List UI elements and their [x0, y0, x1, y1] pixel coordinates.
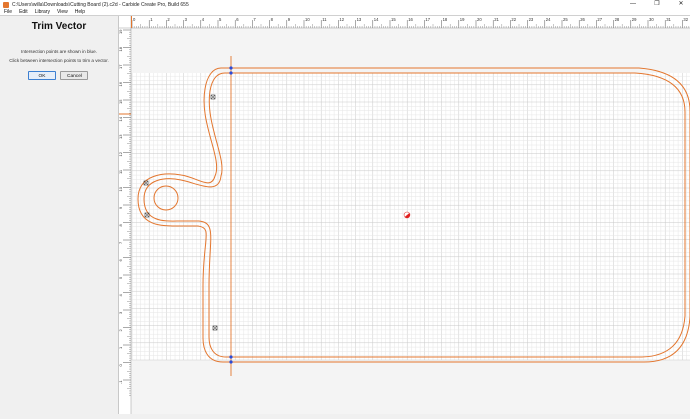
ruler-label: 30 — [649, 17, 654, 22]
ruler-label: 24 — [546, 17, 551, 22]
ruler-label: 31 — [666, 17, 671, 22]
menu-library[interactable]: Library — [35, 9, 50, 16]
menu-edit[interactable]: Edit — [19, 9, 28, 16]
ruler-label: 25 — [563, 17, 568, 22]
ruler-label: 19 — [460, 17, 465, 22]
top-ruler — [119, 16, 690, 28]
ruler-label: 18 — [443, 17, 448, 22]
left-ruler — [119, 16, 131, 414]
close-icon[interactable]: ✕ — [676, 0, 686, 9]
minimize-icon[interactable]: — — [628, 0, 638, 9]
ruler-label: 26 — [580, 17, 585, 22]
window-controls: — ❐ ✕ — [628, 0, 686, 9]
ruler-label: 19 — [119, 29, 123, 34]
ruler-label: 29 — [632, 17, 637, 22]
menu-view[interactable]: View — [57, 9, 68, 16]
menu-help[interactable]: Help — [75, 9, 85, 16]
maximize-icon[interactable]: ❐ — [652, 0, 662, 9]
ruler-label: 15 — [119, 99, 123, 104]
intersection-point[interactable] — [229, 360, 233, 364]
design-canvas[interactable]: 0 1 2 3 4 5 6 7 8 9 10 11 12 13 14 15 16 17 18 19 20 21 22 23 24… — [118, 16, 690, 414]
app-icon — [3, 1, 9, 8]
ruler-label: 13 — [357, 17, 362, 22]
ruler-label: 16 — [119, 81, 123, 86]
ruler-label: 20 — [477, 17, 482, 22]
ruler-label: 15 — [391, 17, 396, 22]
menu-bar: File Edit Library View Help — [0, 9, 690, 16]
ruler-label: 21 — [494, 17, 499, 22]
intersection-point[interactable] — [229, 71, 233, 75]
ruler-label: 10 — [305, 17, 310, 22]
intersection-point[interactable] — [229, 66, 233, 70]
intersection-point[interactable] — [229, 355, 233, 359]
ruler-label: 23 — [529, 17, 534, 22]
title-bar: C:\Users\willa\Downloads\Cutting Board (… — [0, 0, 690, 9]
ruler-label: 18 — [119, 46, 123, 51]
menu-file[interactable]: File — [4, 9, 12, 16]
window-title: C:\Users\willa\Downloads\Cutting Board (… — [12, 1, 189, 8]
ruler-label: 16 — [408, 17, 413, 22]
cancel-button[interactable]: Cancel — [60, 71, 88, 80]
panel-title: Trim Vector — [31, 21, 87, 32]
ruler-label: 22 — [511, 17, 516, 22]
ruler-label: 14 — [119, 116, 123, 121]
ruler-label: 11 — [322, 17, 327, 22]
ruler-label: 32 — [683, 17, 688, 22]
ruler-label: 13 — [119, 134, 123, 139]
ruler-label: 12 — [119, 151, 123, 156]
instruction-text: Intersection points are shown in blue. — [21, 49, 97, 54]
ruler-label: 14 — [374, 17, 379, 22]
ruler-label: 17 — [425, 17, 430, 22]
canvas-svg[interactable]: 0 1 2 3 4 5 6 7 8 9 10 11 12 13 14 15 16 17 18 19 20 21 22 23 24… — [118, 16, 690, 414]
ruler-label: 17 — [119, 64, 123, 69]
ruler-label: 27 — [597, 17, 602, 22]
ok-button[interactable]: OK — [28, 71, 56, 80]
instruction-text-2: Click between intersection points to tri… — [9, 58, 109, 63]
ruler-label: 28 — [615, 17, 620, 22]
ruler-label: 10 — [119, 186, 123, 191]
trim-vector-panel: Trim Vector Intersection points are show… — [0, 16, 119, 414]
ruler-label: 12 — [339, 17, 344, 22]
